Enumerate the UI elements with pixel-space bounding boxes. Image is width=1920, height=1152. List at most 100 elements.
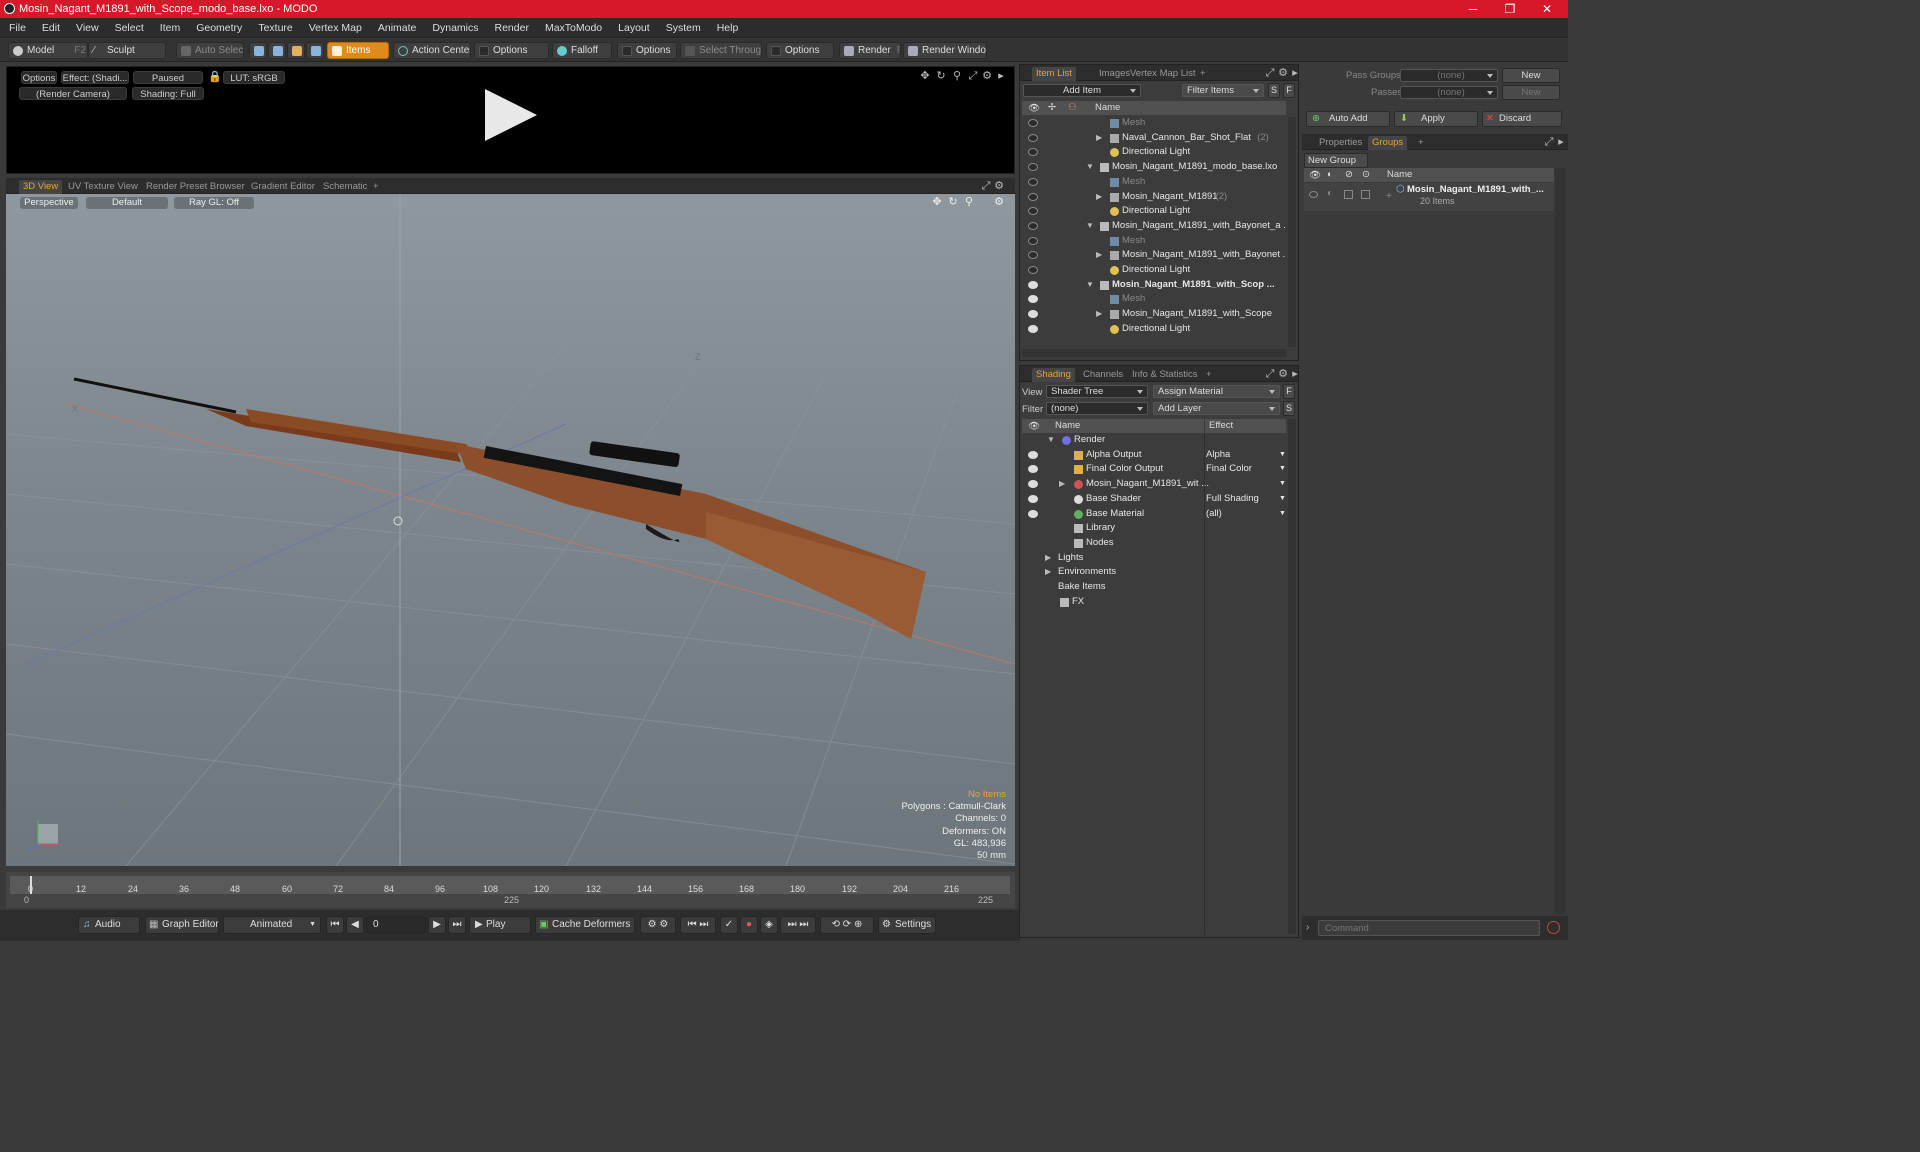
eye-icon[interactable] xyxy=(1028,163,1038,172)
add-tab-button[interactable]: + xyxy=(1196,67,1210,81)
gear-icon[interactable]: ⚙ xyxy=(1278,68,1288,79)
animated-dropdown[interactable]: Animated ▼ xyxy=(223,916,321,934)
group-row[interactable]: ◐ + ⬡ Mosin_Nagant_M1891_with_... 20 Ite… xyxy=(1304,183,1554,211)
filter-s-button[interactable]: S xyxy=(1268,83,1280,98)
item-list-row[interactable]: Mesh xyxy=(1022,116,1286,131)
menu-texture[interactable]: Texture xyxy=(249,18,299,38)
item-list-row[interactable]: Mesh xyxy=(1022,175,1286,190)
auto-select-button[interactable]: Auto Select xyxy=(176,42,244,59)
tab-schematic[interactable]: Schematic xyxy=(319,180,371,194)
eye-icon[interactable] xyxy=(1028,192,1038,201)
chevron-right-icon[interactable]: ▶ xyxy=(1045,551,1051,566)
menu-vertex-map[interactable]: Vertex Map xyxy=(300,18,369,38)
preview-paused-button[interactable]: Paused xyxy=(133,71,203,84)
chevron-right-icon[interactable]: ▶ xyxy=(1059,477,1065,492)
apply-button[interactable]: ⬇ Apply xyxy=(1394,111,1478,127)
first-frame-button[interactable]: ⏮ xyxy=(326,916,344,934)
preview-options-button[interactable]: Options xyxy=(21,71,57,84)
menu-animate[interactable]: Animate xyxy=(369,18,424,38)
key-button[interactable]: ◈ xyxy=(760,916,778,934)
settings-button[interactable]: ⚙ Settings xyxy=(878,916,936,934)
shader-tree-row[interactable]: ▼ Render xyxy=(1022,433,1286,448)
menu-render[interactable]: Render xyxy=(486,18,536,38)
rifle-model[interactable] xyxy=(73,377,926,639)
menu-maxtomodo[interactable]: MaxToModo xyxy=(536,18,609,38)
maximize-button[interactable]: ❐ xyxy=(1493,1,1527,17)
discard-button[interactable]: ✕ Discard xyxy=(1482,111,1562,127)
item-list-hscrollbar[interactable] xyxy=(1022,349,1286,357)
maximize-icon[interactable]: ⤢ xyxy=(1265,68,1275,79)
edges-mode-button[interactable] xyxy=(268,42,286,59)
shader-tree-row[interactable]: ▶ Environments xyxy=(1022,565,1286,580)
item-list-row[interactable]: Directional Light xyxy=(1022,204,1286,219)
item-list-row[interactable]: ▶ Mosin_Nagant_M1891_with_Bayonet ... xyxy=(1022,248,1286,263)
tab-uv-texture-view[interactable]: UV Texture View xyxy=(64,180,142,194)
eye-icon[interactable] xyxy=(1028,148,1038,157)
shader-tree-row[interactable]: Base Material (all) ▼ xyxy=(1022,507,1286,522)
falloff-options-button[interactable]: Options xyxy=(617,42,677,59)
action-center-button[interactable]: Action Center xyxy=(393,42,471,59)
style-dropdown[interactable]: Default xyxy=(86,197,168,209)
shader-tree-row[interactable]: Final Color Output Final Color ▼ xyxy=(1022,462,1286,477)
tab-item-list[interactable]: Item List xyxy=(1032,67,1076,81)
maximize-icon[interactable]: ⤢ xyxy=(1265,369,1275,380)
eye-icon[interactable] xyxy=(1028,494,1038,503)
item-list-row[interactable]: ▶ Mosin_Nagant_M1891 (2) xyxy=(1022,190,1286,205)
menu-arrow-icon[interactable]: ▸ xyxy=(1290,369,1300,380)
eye-icon[interactable] xyxy=(1028,324,1038,333)
chevron-right-icon[interactable]: ▶ xyxy=(1096,248,1102,263)
rotate-icon[interactable]: ↻ xyxy=(936,71,946,82)
tab-vertex-map-list[interactable]: Vertex Map List xyxy=(1126,67,1199,81)
eye-icon[interactable] xyxy=(1028,450,1038,459)
play-button[interactable]: ▶ Play xyxy=(469,916,531,934)
eye-icon[interactable] xyxy=(1028,480,1038,489)
next-key-button[interactable]: ▶ xyxy=(428,916,446,934)
lock-icon[interactable]: 🔒 xyxy=(208,72,222,83)
menu-select[interactable]: Select xyxy=(106,18,151,38)
eye-icon[interactable] xyxy=(1028,266,1038,274)
loop-tools[interactable]: ⟲ ⟳ ⊕ xyxy=(820,916,874,934)
render-button[interactable]: RenderF9 xyxy=(839,42,901,59)
eye-icon[interactable] xyxy=(1028,236,1038,245)
menu-geometry[interactable]: Geometry xyxy=(187,18,249,38)
add-layer-dropdown[interactable]: Add Layer xyxy=(1153,402,1280,415)
select-through-button[interactable]: Select Through xyxy=(680,42,762,59)
close-button[interactable]: ✕ xyxy=(1530,1,1564,17)
command-input[interactable] xyxy=(1318,920,1540,936)
new-pass-group-button[interactable]: New xyxy=(1502,68,1560,83)
eye-icon[interactable] xyxy=(1028,251,1038,260)
item-list-row[interactable]: Mesh xyxy=(1022,234,1286,249)
eye-icon[interactable] xyxy=(1028,221,1038,230)
model-mode-button[interactable]: Model F2 xyxy=(8,42,88,59)
shader-tree-row[interactable]: Library xyxy=(1022,521,1286,536)
menu-view[interactable]: View xyxy=(67,18,106,38)
record-button[interactable]: ● xyxy=(740,916,758,934)
falloff-button[interactable]: Falloff xyxy=(552,42,612,59)
auto-add-button[interactable]: ⊕ Auto Add xyxy=(1306,111,1390,127)
frame-input[interactable]: 0 xyxy=(366,916,426,934)
menu-arrow-icon[interactable]: ▸ xyxy=(1556,137,1566,148)
shader-tree-dropdown[interactable]: Shader Tree xyxy=(1046,385,1148,398)
item-list-row[interactable]: Mesh xyxy=(1022,292,1286,307)
groups-scrollbar[interactable] xyxy=(1555,168,1565,914)
render-preview[interactable]: Options Effect: (Shadi... Paused 🔒 LUT: … xyxy=(6,66,1015,174)
lock-toggle[interactable] xyxy=(1344,190,1353,199)
render-toggle-icon[interactable]: ◐ xyxy=(1327,188,1333,199)
eye-icon[interactable] xyxy=(1028,177,1038,186)
prev-key-button[interactable]: ◀ xyxy=(346,916,364,934)
effect-dropdown[interactable]: Alpha xyxy=(1206,448,1230,463)
menu-dynamics[interactable]: Dynamics xyxy=(423,18,485,38)
item-list-row[interactable]: ▼ Mosin_Nagant_M1891_with_Bayonet_a ... xyxy=(1022,219,1286,234)
menu-system[interactable]: System xyxy=(657,18,708,38)
eye-icon[interactable] xyxy=(1028,295,1038,304)
chevron-right-icon[interactable]: ▶ xyxy=(1045,565,1051,580)
eye-icon[interactable] xyxy=(1028,207,1038,216)
chevron-down-icon[interactable]: ▼ xyxy=(1086,160,1094,175)
shader-tree-row[interactable]: Nodes xyxy=(1022,536,1286,551)
passes-dropdown[interactable]: (none) xyxy=(1400,86,1498,99)
minimize-button[interactable]: ─ xyxy=(1456,1,1490,17)
item-list-row[interactable]: Directional Light xyxy=(1022,145,1286,160)
menu-layout[interactable]: Layout xyxy=(609,18,657,38)
shading-f-button[interactable]: F xyxy=(1283,384,1295,399)
timeline[interactable]: 0 12 24 36 48 60 72 84 96 108 120 132 14… xyxy=(6,872,1015,908)
